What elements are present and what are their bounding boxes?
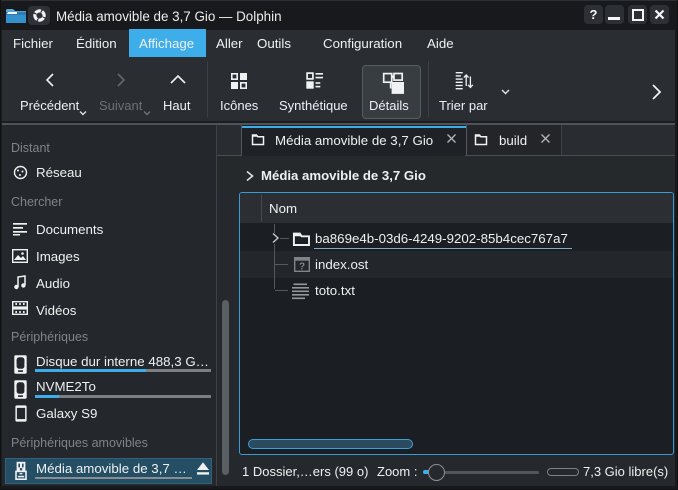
svg-text:?: ? — [299, 261, 305, 272]
